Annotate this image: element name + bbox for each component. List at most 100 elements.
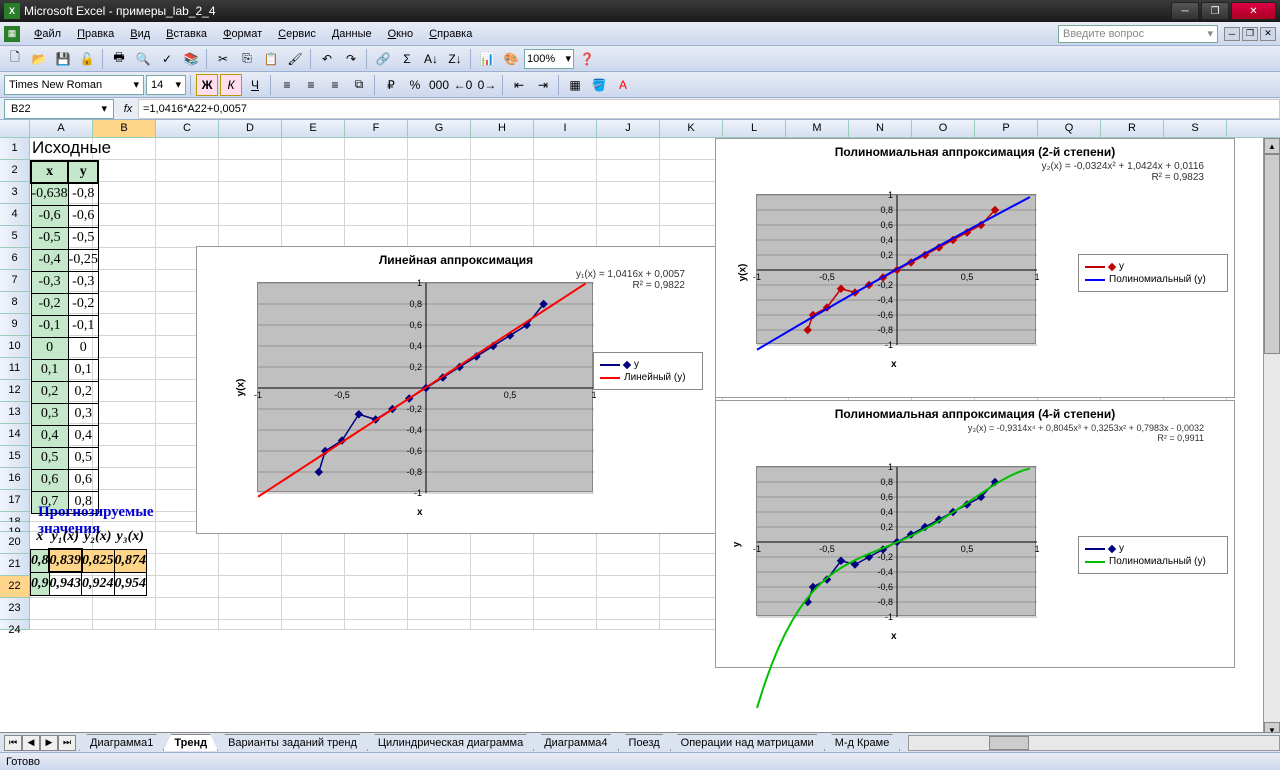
font-size-select[interactable]: 14▾	[146, 75, 186, 95]
increase-indent-icon[interactable]: ⇥	[532, 74, 554, 96]
row-9[interactable]: 9	[0, 314, 30, 336]
hyperlink-icon[interactable]: 🔗	[372, 48, 394, 70]
scroll-thumb[interactable]	[1264, 154, 1280, 354]
italic-button[interactable]: К	[220, 74, 242, 96]
col-K[interactable]: K	[660, 120, 723, 137]
menu-insert[interactable]: Вставка	[158, 26, 215, 42]
zoom-select[interactable]: 100%▾	[524, 49, 574, 69]
sheet-tab-0[interactable]: Диаграмма1	[79, 734, 164, 751]
help-icon[interactable]: ❓	[576, 48, 598, 70]
col-D[interactable]: D	[219, 120, 282, 137]
col-O[interactable]: O	[912, 120, 975, 137]
save-icon[interactable]: 💾	[52, 48, 74, 70]
fill-color-icon[interactable]: 🪣	[588, 74, 610, 96]
tab-last-icon[interactable]: ⏭	[58, 735, 76, 751]
sort-asc-icon[interactable]: A↓	[420, 48, 442, 70]
undo-icon[interactable]: ↶	[316, 48, 338, 70]
merge-center-icon[interactable]: ⧉	[348, 74, 370, 96]
col-F[interactable]: F	[345, 120, 408, 137]
col-L[interactable]: L	[723, 120, 786, 137]
row-24[interactable]: 24	[0, 620, 30, 630]
maximize-button[interactable]: ❐	[1201, 2, 1229, 20]
tab-prev-icon[interactable]: ◀	[22, 735, 40, 751]
doc-restore-button[interactable]: ❐	[1242, 27, 1258, 41]
col-Q[interactable]: Q	[1038, 120, 1101, 137]
col-I[interactable]: I	[534, 120, 597, 137]
formula-input[interactable]: =1,0416*A22+0,0057	[138, 99, 1280, 119]
row-5[interactable]: 5	[0, 226, 30, 248]
sort-desc-icon[interactable]: Z↓	[444, 48, 466, 70]
align-center-icon[interactable]: ≡	[300, 74, 322, 96]
sheet-tab-1[interactable]: Тренд	[163, 734, 218, 751]
font-name-select[interactable]: Times New Roman▾	[4, 75, 144, 95]
name-box[interactable]: B22▾	[4, 99, 114, 119]
paste-icon[interactable]: 📋	[260, 48, 282, 70]
menu-file[interactable]: Файл	[26, 26, 69, 42]
menu-data[interactable]: Данные	[324, 26, 380, 42]
row-18[interactable]: 18	[0, 512, 30, 522]
col-J[interactable]: J	[597, 120, 660, 137]
preview-icon[interactable]: 🔍	[132, 48, 154, 70]
menu-tools[interactable]: Сервис	[270, 26, 324, 42]
row-19[interactable]: 19	[0, 522, 30, 532]
row-4[interactable]: 4	[0, 204, 30, 226]
autosum-icon[interactable]: Σ	[396, 48, 418, 70]
row-15[interactable]: 15	[0, 446, 30, 468]
col-C[interactable]: C	[156, 120, 219, 137]
research-icon[interactable]: 📚	[180, 48, 202, 70]
decrease-decimal-icon[interactable]: 0→	[476, 74, 498, 96]
menu-view[interactable]: Вид	[122, 26, 158, 42]
currency-icon[interactable]: ₽	[380, 74, 402, 96]
copy-icon[interactable]: ⎘	[236, 48, 258, 70]
worksheet-grid[interactable]: A B C D E F G H I J K L M N O P Q R S 12…	[0, 120, 1280, 738]
sheet-tab-3[interactable]: Цилиндрическая диаграмма	[367, 734, 534, 751]
row-8[interactable]: 8	[0, 292, 30, 314]
format-painter-icon[interactable]: 🖌	[284, 48, 306, 70]
chart-linear[interactable]: Линейная аппроксимация y₁(x) = 1,0416x +…	[196, 246, 716, 534]
row-22[interactable]: 22	[0, 576, 30, 598]
help-search-input[interactable]: Введите вопрос▾	[1058, 25, 1218, 43]
row-20[interactable]: 20	[0, 532, 30, 554]
open-icon[interactable]: 📂	[28, 48, 50, 70]
chart-wizard-icon[interactable]: 📊	[476, 48, 498, 70]
sheet-tab-6[interactable]: Операции над матрицами	[670, 734, 825, 751]
row-17[interactable]: 17	[0, 490, 30, 512]
col-H[interactable]: H	[471, 120, 534, 137]
row-6[interactable]: 6	[0, 248, 30, 270]
menu-edit[interactable]: Правка	[69, 26, 122, 42]
doc-minimize-button[interactable]: ─	[1224, 27, 1240, 41]
new-icon[interactable]: 🗋	[4, 48, 26, 70]
col-B[interactable]: B	[93, 120, 156, 137]
percent-icon[interactable]: %	[404, 74, 426, 96]
col-E[interactable]: E	[282, 120, 345, 137]
row-13[interactable]: 13	[0, 402, 30, 424]
row-2[interactable]: 2	[0, 160, 30, 182]
borders-icon[interactable]: ▦	[564, 74, 586, 96]
font-color-icon[interactable]: A	[612, 74, 634, 96]
col-G[interactable]: G	[408, 120, 471, 137]
print-icon[interactable]: 🖶	[108, 48, 130, 70]
bold-button[interactable]: Ж	[196, 74, 218, 96]
scroll-up-icon[interactable]: ▲	[1264, 138, 1280, 154]
minimize-button[interactable]: ─	[1171, 2, 1199, 20]
decrease-indent-icon[interactable]: ⇤	[508, 74, 530, 96]
col-N[interactable]: N	[849, 120, 912, 137]
select-all-corner[interactable]	[0, 120, 30, 137]
drawing-icon[interactable]: 🎨	[500, 48, 522, 70]
col-A[interactable]: A	[30, 120, 93, 137]
permission-icon[interactable]: 🔓	[76, 48, 98, 70]
row-23[interactable]: 23	[0, 598, 30, 620]
cut-icon[interactable]: ✂	[212, 48, 234, 70]
row-7[interactable]: 7	[0, 270, 30, 292]
sheet-tab-5[interactable]: Поезд	[618, 734, 671, 751]
row-16[interactable]: 16	[0, 468, 30, 490]
chart-poly2[interactable]: Полиномиальная аппроксимация (2-й степен…	[715, 138, 1235, 398]
tab-first-icon[interactable]: ⏮	[4, 735, 22, 751]
menu-window[interactable]: Окно	[380, 26, 422, 42]
col-P[interactable]: P	[975, 120, 1038, 137]
row-14[interactable]: 14	[0, 424, 30, 446]
row-1[interactable]: 1	[0, 138, 30, 160]
menu-format[interactable]: Формат	[215, 26, 270, 42]
doc-close-button[interactable]: ✕	[1260, 27, 1276, 41]
row-11[interactable]: 11	[0, 358, 30, 380]
